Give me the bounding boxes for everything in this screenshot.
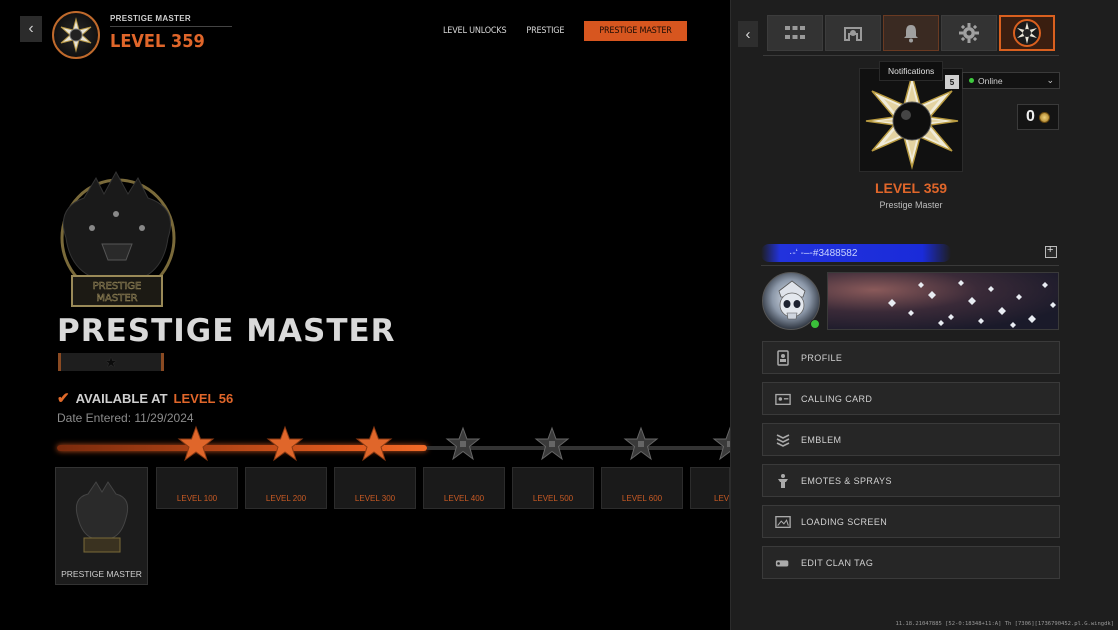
- level-tile-7[interactable]: LEVEL 700: [690, 467, 730, 509]
- locked-star-icon: [711, 425, 730, 463]
- menu-item-label: EMOTES & SPRAYS: [801, 475, 892, 486]
- panel-menu: PROFILE CALLING CARD EMBLEM EMOTES & SPRAYS…: [762, 341, 1060, 587]
- checkmark-icon: ✔: [57, 390, 70, 407]
- header-rank-label: PRESTIGE MASTER: [110, 14, 191, 23]
- date-entered: Date Entered: 11/29/2024: [57, 411, 194, 425]
- level-tile-6[interactable]: LEVEL 600: [601, 467, 683, 509]
- notification-count-badge: 5: [945, 75, 959, 89]
- badge-text-line1: PRESTIGE: [93, 281, 142, 292]
- header-level-label: LEVEL 359: [110, 31, 205, 52]
- menu-item-label: EDIT CLAN TAG: [801, 557, 874, 568]
- loading-screen-icon: [775, 514, 791, 530]
- unlocked-star-icon: [355, 425, 393, 463]
- prestige-master-emblem-icon: [52, 11, 100, 59]
- tab-prestige-master[interactable]: PRESTIGE MASTER: [584, 21, 687, 41]
- currency-display: 0: [1017, 104, 1059, 130]
- tab-prestige[interactable]: PRESTIGE: [520, 21, 574, 41]
- diamonds-calling-card: [888, 280, 1056, 328]
- back-button[interactable]: ‹: [20, 16, 42, 42]
- social-panel: ‹ Notifications 5 Online ⌄ 0 LEVEL 359 P…: [730, 0, 1118, 630]
- level-tile-2[interactable]: LEVEL 200: [245, 467, 327, 509]
- availability-row: ✔ AVAILABLE AT LEVEL 56: [57, 389, 233, 407]
- panel-rank-label: Prestige Master: [879, 200, 943, 210]
- online-dot-icon: [969, 78, 974, 83]
- level-tile-label: LEVEL 700: [714, 493, 730, 503]
- status-label: Online: [978, 75, 1003, 86]
- level-tile-label: LEVEL 600: [621, 493, 663, 503]
- prestige-emblem-icon: [1013, 19, 1041, 47]
- coin-icon: [1038, 111, 1050, 123]
- level-tile-1[interactable]: LEVEL 100: [156, 467, 238, 509]
- clan-tag-icon: [775, 555, 791, 571]
- page-title: PRESTIGE MASTER: [57, 313, 396, 349]
- available-level: LEVEL 56: [173, 390, 234, 406]
- calling-card-icon: [775, 391, 791, 407]
- level-tile-label: LEVEL 200: [265, 493, 307, 503]
- gamertag-text: ·‐ʻ ‐–‐#3488582: [789, 247, 858, 259]
- grid-menu-button[interactable]: [767, 15, 823, 51]
- level-tile-3[interactable]: LEVEL 300: [334, 467, 416, 509]
- tab-level-unlocks[interactable]: LEVEL UNLOCKS: [437, 21, 516, 41]
- level-tile-label: LEVEL 500: [532, 493, 574, 503]
- level-tile-label: LEVEL 300: [354, 493, 396, 503]
- emblem-icon: [775, 432, 791, 448]
- menu-item-profile[interactable]: PROFILE: [762, 341, 1060, 374]
- menu-item-loading-screen[interactable]: LOADING SCREEN: [762, 505, 1060, 538]
- profile-emblem-button[interactable]: [999, 15, 1055, 51]
- cerberus-badge-icon: [75, 481, 129, 553]
- chevron-down-icon: ⌄: [1046, 75, 1054, 85]
- badge-text-line2: MASTER: [96, 293, 137, 304]
- profile-icon: [775, 349, 791, 366]
- level-tile-label: LEVEL 400: [443, 493, 485, 503]
- menu-item-calling-card[interactable]: CALLING CARD: [762, 382, 1060, 415]
- locked-star-icon: [444, 425, 482, 463]
- calling-card-image[interactable]: [827, 272, 1059, 330]
- menu-item-emblem[interactable]: EMBLEM: [762, 423, 1060, 456]
- prestige-master-tile-label: PRESTIGE MASTER: [61, 569, 142, 579]
- prestige-view: ‹ PRESTIGE MASTER LEVEL 359 LEVEL UNLOCK…: [0, 0, 730, 630]
- top-tabs: LEVEL UNLOCKS PRESTIGE PRESTIGE MASTER: [437, 21, 691, 41]
- unlocked-star-icon: [177, 425, 215, 463]
- gear-icon: [959, 23, 979, 43]
- locked-star-icon: [622, 425, 660, 463]
- grid-icon: [785, 26, 805, 39]
- panel-back-button[interactable]: ‹: [738, 21, 758, 47]
- emote-icon: [775, 473, 791, 489]
- gamertag-redacted: ·‐ʻ ‐–‐#3488582: [761, 244, 951, 262]
- notifications-button[interactable]: [883, 15, 939, 51]
- gamertag-divider: [761, 265, 1059, 266]
- menu-item-label: LOADING SCREEN: [801, 516, 888, 527]
- header-divider: [110, 26, 232, 27]
- panel-divider: [763, 55, 1059, 56]
- menu-item-label: PROFILE: [801, 352, 843, 363]
- menu-item-edit-clan-tag[interactable]: EDIT CLAN TAG: [762, 546, 1060, 579]
- copy-id-icon[interactable]: [1045, 244, 1057, 258]
- menu-item-label: EMBLEM: [801, 434, 842, 445]
- currency-value: 0: [1026, 108, 1035, 125]
- level-tile-5[interactable]: LEVEL 500: [512, 467, 594, 509]
- rank-star-bar: ★: [58, 353, 164, 371]
- settings-button[interactable]: [941, 15, 997, 51]
- menu-item-label: CALLING CARD: [801, 393, 873, 404]
- notifications-tooltip: Notifications: [879, 61, 944, 81]
- prestige-master-tile[interactable]: PRESTIGE MASTER: [55, 467, 148, 585]
- level-tile-label: LEVEL 100: [176, 493, 218, 503]
- locked-star-icon: [533, 425, 571, 463]
- available-text: AVAILABLE AT: [75, 390, 168, 406]
- online-indicator-icon: [810, 319, 820, 329]
- menu-item-emotes-sprays[interactable]: EMOTES & SPRAYS: [762, 464, 1060, 497]
- build-info: 11.18.21047885 [52-0:18348+11:A] Th [730…: [895, 621, 1114, 627]
- online-status-dropdown[interactable]: Online ⌄: [962, 72, 1060, 89]
- prestige-master-badge-image: PRESTIGE MASTER: [46, 168, 188, 308]
- party-button[interactable]: [825, 15, 881, 51]
- bell-icon: [904, 25, 918, 43]
- level-tile-4[interactable]: LEVEL 400: [423, 467, 505, 509]
- star-icon: ★: [104, 353, 118, 370]
- unlocked-star-icon: [266, 425, 304, 463]
- party-icon: [844, 27, 862, 41]
- panel-level-label: LEVEL 359: [874, 180, 948, 196]
